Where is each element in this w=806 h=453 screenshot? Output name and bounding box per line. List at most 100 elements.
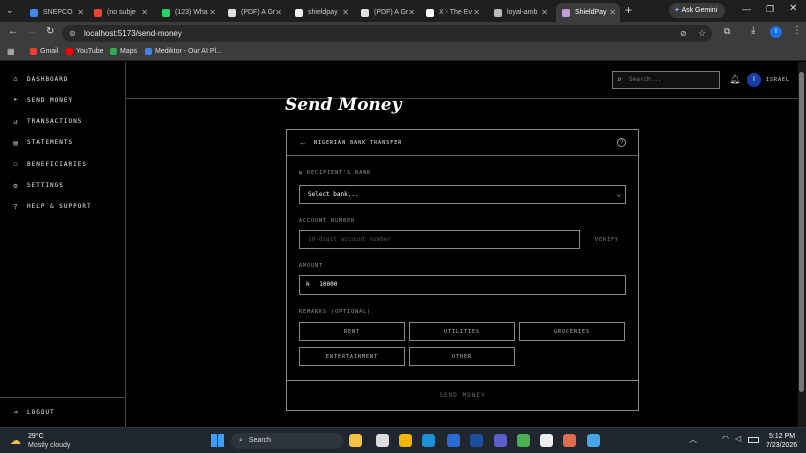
back-arrow-icon[interactable]: ←: [299, 138, 307, 147]
sidebar-item-help-support[interactable]: ? HELP & SUPPORT: [12, 203, 92, 211]
clock-time[interactable]: 5:12 PM: [769, 433, 795, 440]
browser-app-icon[interactable]: [376, 434, 389, 447]
edge-icon[interactable]: [422, 434, 435, 447]
download-icon[interactable]: ⤓: [751, 25, 755, 36]
remark-chip-groceries[interactable]: GROCERIES: [519, 322, 625, 341]
close-tab-icon[interactable]: ✕: [275, 8, 282, 17]
amount-input[interactable]: ₦ 10000: [299, 275, 626, 295]
close-tab-icon[interactable]: ✕: [141, 8, 148, 17]
start-windows-icon[interactable]: [211, 434, 224, 447]
send-money-button[interactable]: SEND MONEY: [287, 381, 638, 410]
sidebar-item-statements[interactable]: ▤ STATEMENTS: [12, 139, 73, 147]
bookmark-star-icon[interactable]: ☆: [698, 25, 706, 42]
sidebar-item-settings[interactable]: ⚙ SETTINGS: [12, 182, 64, 190]
browser-tab[interactable]: (PDF) A Gr ✕: [355, 3, 419, 22]
folder-icon[interactable]: [399, 434, 412, 447]
browser-tab[interactable]: shieldpay ✕: [289, 3, 353, 22]
help-circle-icon[interactable]: ?: [617, 138, 626, 147]
profile-avatar[interactable]: I: [770, 26, 782, 38]
help-icon: ?: [13, 202, 19, 211]
bookmark-item[interactable]: Gmail: [30, 48, 58, 55]
close-tab-icon[interactable]: ✕: [209, 8, 216, 17]
sidebar-item-send-money[interactable]: ➤ SEND MONEY: [12, 96, 73, 104]
game-icon[interactable]: [563, 434, 576, 447]
menu-icon[interactable]: ⋮: [792, 25, 802, 36]
apps-grid-icon[interactable]: ▦: [7, 47, 15, 56]
ask-gemini-button[interactable]: ✦ Ask Gemini: [669, 3, 725, 18]
bookmark-item[interactable]: Maps: [110, 48, 137, 55]
logout-button[interactable]: ⇥ LOGOUT: [12, 408, 55, 416]
bookmark-item[interactable]: Mediktor - Our AI Pl...: [145, 48, 222, 55]
weather-description[interactable]: Mostly cloudy: [28, 442, 70, 449]
taskbar-search-icon: ⌕: [239, 437, 243, 444]
close-tab-icon[interactable]: ✕: [408, 8, 415, 17]
address-bar[interactable]: ⊚ localhost:5173/send-money ⊘ ☆: [62, 25, 712, 42]
close-tab-icon[interactable]: ✕: [541, 8, 548, 17]
bookmark-favicon-icon: [30, 48, 37, 55]
sidebar-item-dashboard[interactable]: ⌂ DASHBOARD: [12, 75, 69, 83]
terminal-icon[interactable]: [470, 434, 483, 447]
user-name[interactable]: ISRAEL: [766, 77, 790, 83]
close-window-icon[interactable]: ✕: [789, 3, 797, 14]
browser-tab[interactable]: (no subje ✕: [88, 3, 152, 22]
restore-icon[interactable]: ❐: [766, 4, 774, 15]
taskbar-search[interactable]: ⌕ Search: [231, 433, 343, 449]
account-number-input[interactable]: 10-digit account number: [299, 230, 580, 249]
close-tab-icon[interactable]: ✕: [609, 8, 616, 17]
sidebar-divider: [0, 397, 126, 398]
tab-title: (PDF) A Gr: [241, 9, 276, 16]
back-icon[interactable]: ←: [8, 26, 18, 37]
tab-title: loyal-amb: [507, 9, 538, 16]
sidebar-item-label: DASHBOARD: [27, 75, 69, 83]
teams-icon[interactable]: [494, 434, 507, 447]
verify-button[interactable]: VERIFY: [595, 237, 619, 243]
forward-icon[interactable]: →: [27, 26, 37, 37]
browser-tab[interactable]: X - The Ev ✕: [420, 3, 484, 22]
browser-tab[interactable]: SNEPCO ✕: [24, 3, 88, 22]
sidebar-item-transactions[interactable]: ↺ TRANSACTIONS: [12, 118, 82, 126]
weather-temperature[interactable]: 29°C: [28, 433, 44, 440]
chrome-icon[interactable]: [517, 434, 530, 447]
bank-select[interactable]: Select bank... ⌄: [299, 185, 626, 204]
close-tab-icon[interactable]: ✕: [342, 8, 349, 17]
user-avatar[interactable]: I: [747, 73, 761, 87]
tab-title: (123) Wha: [175, 9, 208, 16]
browser-tab[interactable]: ShieldPay ✕: [556, 3, 620, 22]
tab-search-icon[interactable]: ⌄: [6, 5, 14, 16]
remark-chip-entertainment[interactable]: ENTERTAINMENT: [299, 347, 405, 366]
bookmarks-bar: ▦ Gmail YouTube Maps Mediktor - Our AI Pl..…: [0, 44, 806, 61]
close-tab-icon[interactable]: ✕: [473, 8, 480, 17]
remark-chip-other[interactable]: OTHER: [409, 347, 515, 366]
photos-icon[interactable]: [587, 434, 600, 447]
weather-icon[interactable]: ☁: [10, 434, 21, 447]
remark-chip-rent[interactable]: RENT: [299, 322, 405, 341]
remark-chip-utilities[interactable]: UTILITIES: [409, 322, 515, 341]
clock-date[interactable]: 7/23/2026: [766, 442, 797, 449]
sidebar-item-label: TRANSACTIONS: [27, 118, 83, 126]
minimize-icon[interactable]: —: [742, 4, 751, 14]
wifi-icon[interactable]: ◠: [722, 434, 729, 443]
new-tab-button[interactable]: +: [625, 3, 632, 17]
store-icon[interactable]: [447, 434, 460, 447]
file-explorer-icon[interactable]: [349, 434, 362, 447]
scrollbar-thumb[interactable]: [799, 72, 804, 392]
search-input[interactable]: ⌕ Search...: [612, 71, 720, 89]
site-info-icon[interactable]: ⊚: [69, 25, 76, 42]
tray-chevron-icon[interactable]: ︿: [689, 434, 697, 445]
volume-icon[interactable]: ◁: [735, 434, 741, 443]
app-icon[interactable]: [540, 434, 553, 447]
close-tab-icon[interactable]: ✕: [77, 8, 84, 17]
page-scrollbar[interactable]: [798, 62, 806, 427]
users-icon: ⚇: [13, 160, 19, 169]
sidebar-item-label: HELP & SUPPORT: [27, 203, 92, 211]
browser-tab[interactable]: loyal-amb ✕: [488, 3, 552, 22]
browser-tab[interactable]: (PDF) A Gr ✕: [222, 3, 286, 22]
reload-icon[interactable]: ↻: [46, 26, 54, 37]
bookmark-item[interactable]: YouTube: [66, 48, 104, 55]
extensions-icon[interactable]: ⧉: [724, 26, 730, 37]
camera-off-icon[interactable]: ⊘: [680, 25, 687, 42]
browser-tab[interactable]: (123) Wha ✕: [156, 3, 220, 22]
notification-bell-icon[interactable]: 🔔︎: [729, 74, 740, 85]
battery-icon[interactable]: [748, 437, 759, 443]
sidebar-item-beneficiaries[interactable]: ⚇ BENEFICIARIES: [12, 160, 87, 168]
